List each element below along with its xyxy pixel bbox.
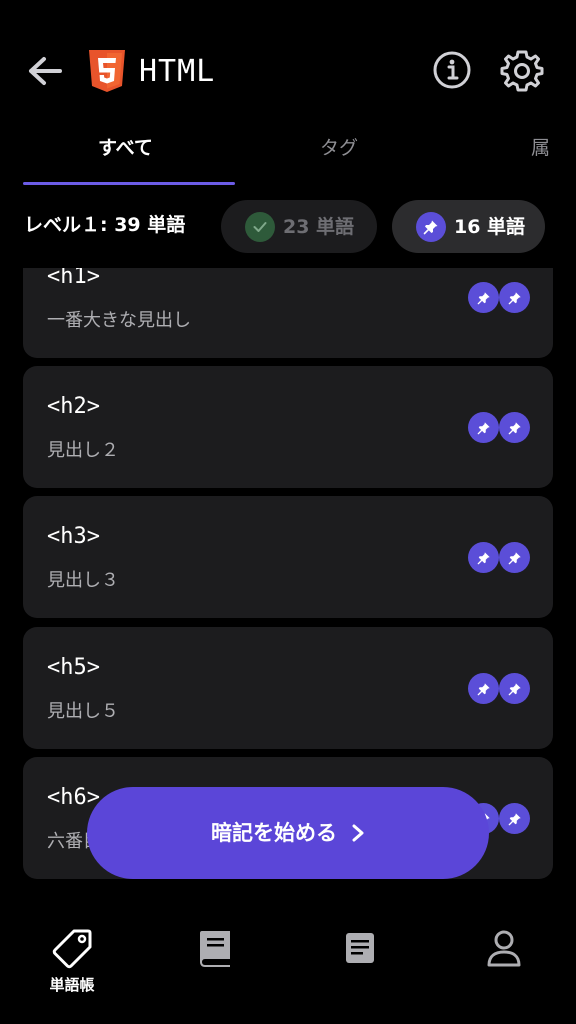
pin-icon[interactable] bbox=[468, 542, 499, 573]
person-icon bbox=[487, 930, 521, 967]
start-memorize-label: 暗記を始める bbox=[211, 821, 337, 845]
settings-button[interactable] bbox=[499, 48, 545, 94]
pin-icon[interactable] bbox=[499, 803, 530, 834]
learned-count: 23 単語 bbox=[283, 215, 355, 238]
nav-book[interactable] bbox=[166, 925, 266, 1005]
word-term: <h6> bbox=[47, 785, 100, 810]
pin-icon[interactable] bbox=[468, 412, 499, 443]
word-term: <h1> bbox=[47, 268, 100, 289]
bottom-navigation: 単語帳 bbox=[0, 905, 576, 1024]
word-term: <h2> bbox=[47, 394, 100, 419]
book-icon bbox=[200, 931, 230, 967]
filter-row: レベル１: 39 単語 23 単語 16 単語 bbox=[0, 196, 576, 256]
word-card[interactable]: <h2> 見出し２ bbox=[23, 366, 553, 488]
pin-icon[interactable] bbox=[499, 542, 530, 573]
pinned-filter-chip[interactable]: 16 単語 bbox=[392, 200, 545, 253]
arrow-left-icon bbox=[29, 57, 62, 85]
tag-icon bbox=[52, 929, 92, 969]
back-button[interactable] bbox=[24, 50, 66, 92]
pin-icon[interactable] bbox=[499, 412, 530, 443]
pin-icon[interactable] bbox=[499, 282, 530, 313]
pin-icon[interactable] bbox=[468, 282, 499, 313]
nav-wordbook[interactable]: 単語帳 bbox=[22, 925, 122, 1005]
page-title: HTML bbox=[139, 54, 216, 89]
info-icon bbox=[433, 51, 471, 89]
tab-bar: すべて タグ 属 bbox=[0, 125, 576, 187]
word-description: 見出し２ bbox=[47, 440, 119, 461]
word-description: 見出し３ bbox=[47, 570, 119, 591]
word-description: 一番大きな見出し bbox=[47, 310, 191, 331]
tab-tag[interactable]: タグ bbox=[320, 135, 358, 161]
pin-icon bbox=[416, 211, 446, 242]
document-icon bbox=[346, 933, 374, 963]
level-label: レベル１: 39 単語 bbox=[24, 214, 186, 236]
word-card[interactable]: <h5> 見出し５ bbox=[23, 627, 553, 749]
word-term: <h3> bbox=[47, 524, 100, 549]
html5-logo bbox=[89, 50, 125, 92]
word-card[interactable]: <h3> 見出し３ bbox=[23, 496, 553, 618]
nav-notes[interactable] bbox=[310, 925, 410, 1005]
word-description: 見出し５ bbox=[47, 701, 119, 722]
gear-icon bbox=[500, 50, 544, 92]
word-card[interactable]: <h1> 一番大きな見出し bbox=[23, 268, 553, 358]
start-memorize-button[interactable]: 暗記を始める bbox=[87, 787, 489, 879]
tab-active-indicator bbox=[23, 182, 235, 185]
pin-icon[interactable] bbox=[468, 673, 499, 704]
pin-icon[interactable] bbox=[499, 673, 530, 704]
check-icon bbox=[245, 211, 275, 242]
info-button[interactable] bbox=[432, 50, 472, 90]
app-header: HTML bbox=[0, 0, 576, 125]
nav-wordbook-label: 単語帳 bbox=[49, 976, 95, 994]
chevron-right-icon bbox=[352, 824, 364, 842]
word-term: <h5> bbox=[47, 655, 100, 680]
pinned-count: 16 単語 bbox=[454, 215, 526, 238]
learned-filter-chip[interactable]: 23 単語 bbox=[221, 200, 377, 253]
tab-attribute[interactable]: 属 bbox=[531, 135, 550, 161]
nav-profile[interactable] bbox=[454, 925, 554, 1005]
tab-all[interactable]: すべて bbox=[98, 135, 153, 161]
